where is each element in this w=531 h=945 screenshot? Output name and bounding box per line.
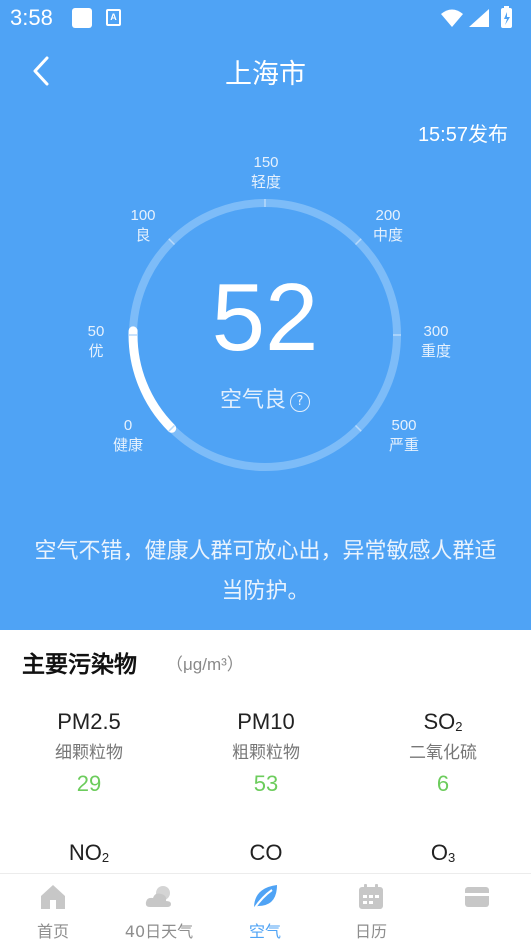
card-icon	[465, 887, 489, 907]
status-time: 3:58	[10, 5, 53, 30]
status-icons	[441, 6, 512, 28]
gauge-tick-150: 150 轻度	[250, 154, 281, 191]
bottom-nav: 首页 40日天气 空气 日历	[0, 873, 531, 945]
gauge-tick-0: 0 健康	[112, 417, 143, 454]
aqi-level[interactable]: 空气良?	[170, 382, 360, 414]
pollutant-value: 29	[76, 771, 102, 796]
nav-item-40day[interactable]: 40日天气	[106, 874, 212, 945]
pollutant-so2[interactable]: SO2 二氧化硫 6	[358, 707, 528, 799]
status-bar: 3:58 A	[0, 0, 531, 36]
help-icon[interactable]: ?	[290, 392, 310, 412]
pollutant-desc: 二氧化硫	[409, 743, 477, 763]
home-icon	[41, 885, 65, 909]
nav-label: 40日天气	[124, 922, 194, 941]
health-advice: 空气不错，健康人群可放心出，异常敏感人群适当防护。	[34, 539, 497, 604]
signal-icon	[469, 9, 489, 27]
gauge-tick-300: 300 重度	[420, 323, 451, 360]
pollutant-name: PM10	[237, 709, 295, 734]
pollutants-title: 主要污染物	[22, 652, 137, 678]
pollutant-o3[interactable]: O3	[358, 838, 528, 868]
calendar-icon	[359, 884, 383, 909]
pollutants-unit: （μg/m³）	[166, 655, 244, 674]
wifi-icon	[441, 9, 463, 27]
aqi-value: 52	[211, 264, 319, 371]
nav-label: 日历	[354, 922, 387, 941]
pollutant-co[interactable]: CO	[181, 838, 351, 868]
pollutant-desc: 细颗粒物	[55, 743, 123, 763]
air-quality-panel: 3:58 A 上海市 15:57发布 0 健康 50 优 100 良 150 轻度 20…	[0, 0, 531, 630]
nav-label: 空气	[248, 922, 281, 941]
gauge-tick-50: 50 优	[87, 323, 105, 360]
pollutant-value: 6	[436, 771, 450, 796]
pollutant-desc: 粗颗粒物	[232, 743, 300, 763]
pollutant-value: 53	[253, 771, 279, 796]
pollutant-name: PM2.5	[57, 709, 121, 734]
pollutant-name: NO2	[68, 840, 110, 865]
cloud-icon	[145, 886, 171, 907]
a-app-icon: A	[106, 9, 121, 26]
aqi-level-text: 空气良	[219, 388, 286, 413]
pollutant-name: SO2	[423, 709, 463, 734]
pollutant-pm10[interactable]: PM10 粗颗粒物 53	[181, 707, 351, 799]
nav-label: 首页	[36, 922, 69, 941]
pollutant-name: CO	[249, 840, 283, 865]
nav-item-air[interactable]: 空气	[212, 874, 318, 945]
pollutant-name: O3	[430, 840, 456, 865]
page-title: 上海市	[225, 59, 306, 90]
nav-item-calendar[interactable]: 日历	[318, 874, 424, 945]
nav-item-card[interactable]	[424, 874, 530, 945]
gauge-tick-200: 200 中度	[372, 207, 403, 244]
pollutant-no2[interactable]: NO2	[4, 838, 174, 868]
gauge-tick-100: 100 良	[130, 207, 156, 244]
pollutant-pm25[interactable]: PM2.5 细颗粒物 29	[4, 707, 174, 799]
leaf-icon	[253, 885, 277, 910]
nav-item-home[interactable]: 首页	[0, 874, 106, 945]
gauge-tick-500: 500 严重	[388, 417, 419, 454]
notification-icon	[72, 8, 92, 28]
